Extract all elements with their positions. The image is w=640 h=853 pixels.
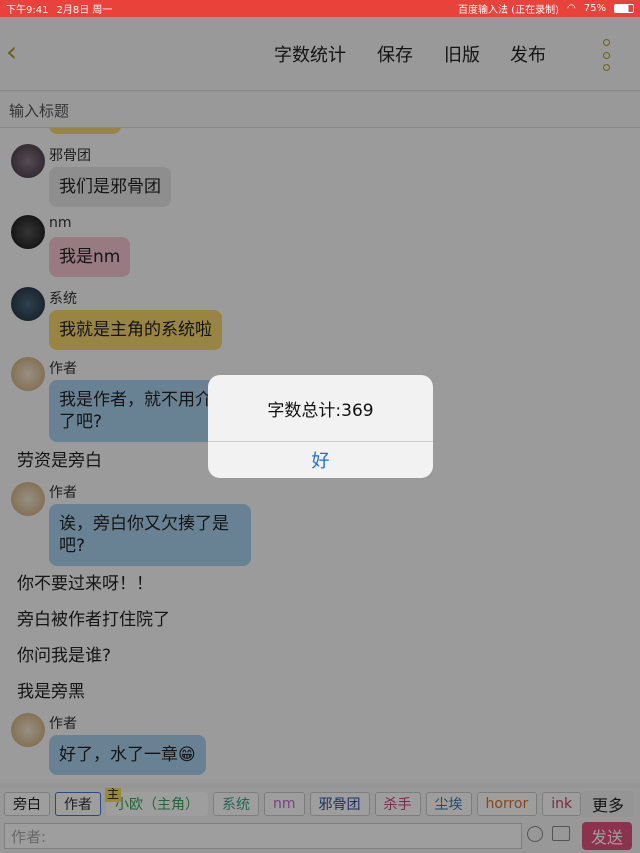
alert-ok-button[interactable]: 好: [208, 441, 433, 478]
status-time: 下午9:41: [6, 5, 49, 16]
wifi-icon: ◠: [567, 3, 576, 14]
battery-icon: [614, 4, 634, 13]
status-date: 2月8日 周一: [56, 5, 113, 16]
alert-message: 字数总计:369: [267, 400, 374, 421]
word-count-alert: 字数总计:369 好: [208, 375, 433, 478]
status-ime: 百度输入法 (正在录制): [458, 5, 560, 16]
status-battery: 75%: [583, 3, 606, 14]
status-bar: 下午9:41 2月8日 周一 百度输入法 (正在录制) ◠ 75%: [0, 0, 640, 17]
